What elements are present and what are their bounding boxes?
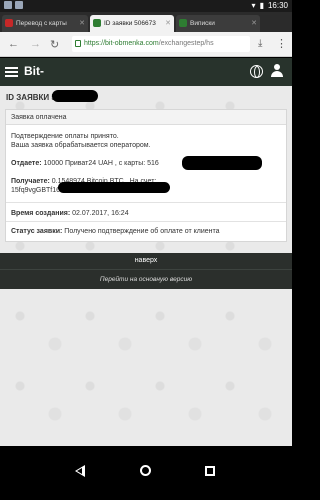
send-label: Отдаете: xyxy=(11,160,42,167)
globe-icon[interactable] xyxy=(250,65,263,78)
receive-account: 15fq9vgGBTf16b xyxy=(11,187,64,194)
hamburger-menu-icon[interactable] xyxy=(5,67,18,77)
send-value: 10000 Приват24 UAH , с карты: 516 xyxy=(43,160,159,167)
site-header: Bit- xyxy=(0,58,292,86)
status-label: Статус заявки: xyxy=(11,228,63,235)
user-icon[interactable] xyxy=(270,64,284,78)
battery-icon: ▮ xyxy=(259,1,264,10)
close-icon[interactable]: ✕ xyxy=(165,15,171,32)
processing-message: Ваша заявка обрабатывается оператором. xyxy=(11,142,151,149)
notification-icon xyxy=(4,1,12,9)
wifi-icon: ▾ xyxy=(251,1,256,10)
browser-tab-strip: Перевод с карты ✕ ID заявки 506673 ✕ Вип… xyxy=(0,12,292,32)
divider xyxy=(6,221,286,222)
status-row: Статус заявки: Получено подтверждение об… xyxy=(11,227,220,236)
address-bar[interactable]: https://bit-obmenka.com/exchangestep/hs xyxy=(72,36,250,52)
tab-favicon xyxy=(5,19,13,27)
screenshot-icon xyxy=(15,1,23,9)
full-version-link[interactable]: Перейти на основную версию xyxy=(0,276,292,283)
reload-icon[interactable]: ↻ xyxy=(50,38,59,51)
redaction-mark xyxy=(182,156,262,170)
created-label: Время создания: xyxy=(11,210,71,217)
download-icon[interactable]: ⤓ xyxy=(258,38,262,49)
divider xyxy=(0,269,292,270)
forward-arrow-icon[interactable]: → xyxy=(30,38,41,50)
status-header: Заявка оплачена xyxy=(6,110,286,125)
created-value: 02.07.2017, 16:24 xyxy=(72,210,129,217)
tab-label: Перевод с карты xyxy=(16,20,67,27)
tab-request-id[interactable]: ID заявки 506673 ✕ xyxy=(90,15,174,32)
tab-label: Виписки xyxy=(190,20,215,27)
url-domain: https://bit-obmenka.com xyxy=(84,40,159,47)
tab-favicon xyxy=(179,19,187,27)
status-bar: ▾ ▮ 16:30 xyxy=(0,0,292,12)
tab-favicon xyxy=(93,19,101,27)
home-icon[interactable] xyxy=(140,465,151,476)
divider xyxy=(6,202,286,203)
page-title: ID ЗАЯВКИ 5 xyxy=(6,93,56,102)
request-status-card: Заявка оплачена Подтверждение оплаты при… xyxy=(5,109,287,242)
tab-statements[interactable]: Виписки ✕ xyxy=(176,15,260,32)
overflow-menu-icon[interactable]: ⋮ xyxy=(276,37,287,50)
tab-label: ID заявки 506673 xyxy=(104,20,156,27)
page-content: ID ЗАЯВКИ 5 Заявка оплачена Подтверждени… xyxy=(0,86,292,446)
clock: 16:30 xyxy=(267,1,288,10)
recent-apps-icon[interactable] xyxy=(205,466,215,476)
tab-card-transfer[interactable]: Перевод с карты ✕ xyxy=(2,15,88,32)
back-to-top-link[interactable]: наверх xyxy=(0,257,292,264)
send-row: Отдаете: 10000 Приват24 UAH , с карты: 5… xyxy=(11,159,159,168)
site-logo[interactable]: Bit- xyxy=(24,64,44,78)
created-row: Время создания: 02.07.2017, 16:24 xyxy=(11,209,129,218)
back-icon[interactable] xyxy=(75,465,85,477)
close-icon[interactable]: ✕ xyxy=(251,15,257,32)
page-footer: наверх Перейти на основную версию xyxy=(0,253,292,289)
close-icon[interactable]: ✕ xyxy=(79,15,85,32)
confirmation-message: Подтверждение оплаты принято. xyxy=(11,133,119,140)
android-nav-bar xyxy=(0,446,292,500)
back-arrow-icon[interactable]: ← xyxy=(8,38,19,50)
receive-label: Получаете: xyxy=(11,178,50,185)
browser-toolbar: ← → ↻ https://bit-obmenka.com/exchangest… xyxy=(0,32,292,57)
redaction-mark xyxy=(52,90,98,102)
redaction-mark xyxy=(58,182,170,193)
status-value: Получено подтверждение об оплате от клие… xyxy=(64,228,220,235)
lock-icon xyxy=(75,40,81,47)
url-path: /exchangestep/hs xyxy=(158,40,214,47)
